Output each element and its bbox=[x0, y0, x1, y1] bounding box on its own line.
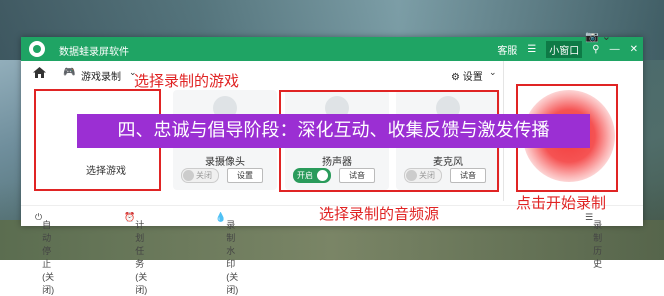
close-icon[interactable]: ✕ bbox=[630, 44, 638, 55]
app-logo-icon bbox=[29, 41, 45, 57]
minimize-icon[interactable]: — bbox=[610, 44, 620, 55]
mini-window-button[interactable]: 小窗口 bbox=[546, 40, 583, 58]
overlay-banner: 四、忠诚与倡导阶段：深化互动、收集反馈与激发传播 bbox=[77, 114, 590, 148]
watermark-button[interactable]: 💧 录制水印 (关闭) bbox=[215, 212, 238, 295]
auto-stop-button[interactable]: ⏻ 自动停止 (关闭) bbox=[35, 212, 54, 295]
annotation-select-game: 选择录制的游戏 bbox=[134, 72, 240, 90]
schedule-label: 计划任务 (关闭) bbox=[135, 220, 148, 295]
settings-label: 设置 bbox=[462, 72, 483, 83]
gamepad-icon: 🎮 bbox=[63, 67, 76, 78]
mode-dropdown[interactable]: 游戏录制 bbox=[81, 68, 121, 83]
history-label: 录制历史 bbox=[593, 220, 603, 269]
camera-label: 录摄像头 bbox=[205, 157, 245, 168]
title-bar: 数据蛙录屏软件 客服 ☰ 小窗口 ⚲ — ✕ bbox=[21, 37, 643, 61]
pin-icon[interactable]: ⚲ bbox=[592, 44, 599, 55]
camera-snapshot-icon[interactable]: 📷 ⌄ bbox=[585, 30, 611, 43]
camera-toggle[interactable]: 关闭 bbox=[181, 168, 219, 183]
app-title: 数据蛙录屏软件 bbox=[59, 47, 129, 58]
settings-chevron-icon[interactable]: ⌄ bbox=[489, 67, 497, 78]
auto-stop-label: 自动停止 (关闭) bbox=[42, 220, 55, 295]
camera-settings-button[interactable]: 设置 bbox=[227, 168, 263, 183]
history-button[interactable]: ☰ 录制历史 bbox=[585, 212, 602, 269]
schedule-button[interactable]: ⏰ 计划任务 (关闭) bbox=[124, 212, 147, 295]
service-button[interactable]: 客服 bbox=[497, 42, 517, 57]
camera-toggle-label: 关闭 bbox=[196, 171, 212, 180]
settings-button[interactable]: ⚙ 设置 bbox=[451, 68, 483, 83]
annotation-start-record: 点击开始录制 bbox=[516, 194, 607, 212]
home-icon[interactable] bbox=[33, 67, 46, 78]
watermark-label: 录制水印 (关闭) bbox=[226, 220, 239, 295]
menu-icon[interactable]: ☰ bbox=[527, 44, 536, 55]
toolbar: 🎮 游戏录制 ⌄ ⚙ 设置 ⌄ bbox=[21, 61, 503, 85]
annotation-select-audio: 选择录制的音频源 bbox=[319, 205, 440, 223]
